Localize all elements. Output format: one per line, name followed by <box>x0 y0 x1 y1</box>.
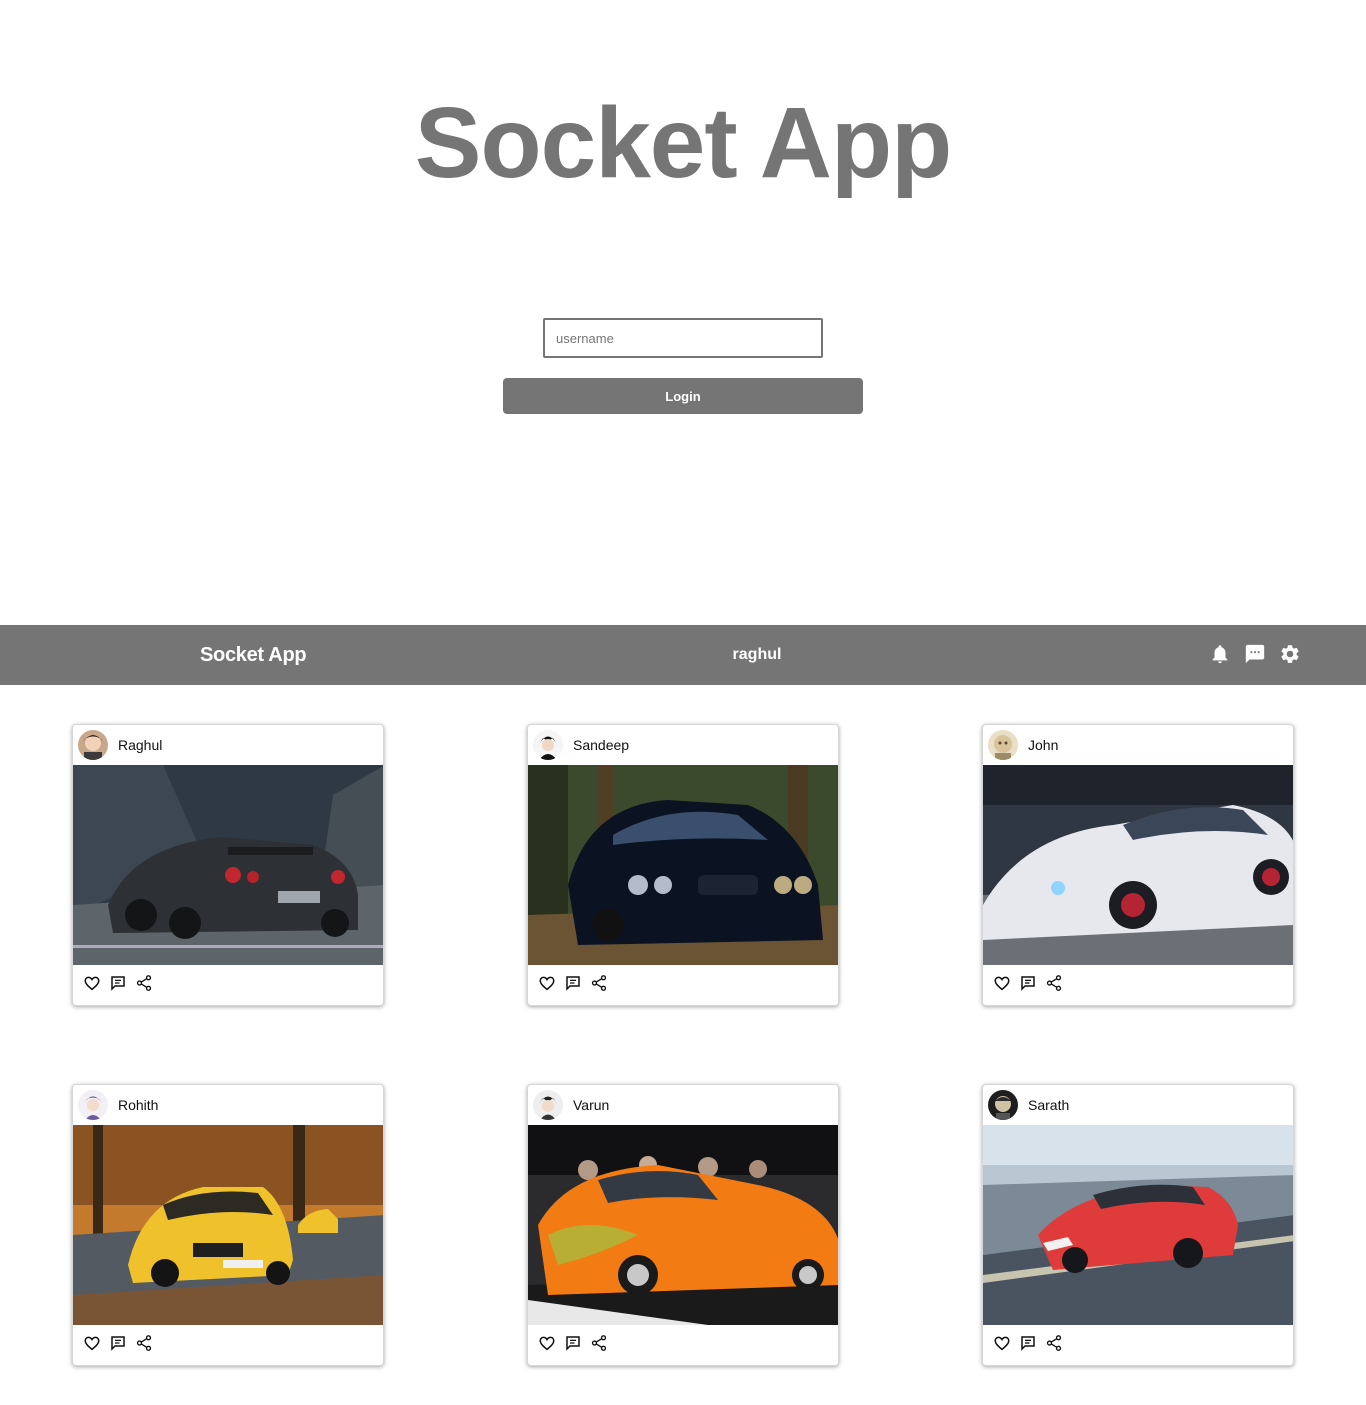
comment-icon[interactable] <box>564 974 582 992</box>
card-username[interactable]: John <box>1028 725 1058 765</box>
navbar: Socket App raghul <box>0 625 1366 685</box>
card-username[interactable]: Sarath <box>1028 1085 1069 1125</box>
card-header: John <box>983 725 1293 765</box>
avatar[interactable] <box>78 1090 108 1120</box>
heart-icon[interactable] <box>538 1334 556 1352</box>
post-card: Sarath <box>982 1084 1294 1366</box>
heart-icon[interactable] <box>83 974 101 992</box>
card-header: Raghul <box>73 725 383 765</box>
post-image[interactable] <box>528 1125 838 1325</box>
post-card: Rohith <box>72 1084 384 1366</box>
comment-icon[interactable] <box>109 1334 127 1352</box>
current-username: raghul <box>732 646 782 663</box>
share-icon[interactable] <box>1045 1334 1063 1352</box>
comment-icon[interactable] <box>564 1334 582 1352</box>
share-icon[interactable] <box>135 1334 153 1352</box>
card-username[interactable]: Varun <box>573 1085 609 1125</box>
card-actions <box>983 1325 1293 1365</box>
avatar[interactable] <box>988 1090 1018 1120</box>
share-icon[interactable] <box>590 974 608 992</box>
card-actions <box>528 965 838 1005</box>
heart-icon[interactable] <box>993 1334 1011 1352</box>
avatar[interactable] <box>988 730 1018 760</box>
share-icon[interactable] <box>135 974 153 992</box>
heart-icon[interactable] <box>993 974 1011 992</box>
comment-icon[interactable] <box>1019 1334 1037 1352</box>
comment-icon[interactable] <box>1019 974 1037 992</box>
post-image[interactable] <box>73 1125 383 1325</box>
post-card: Raghul <box>72 724 384 1006</box>
avatar[interactable] <box>78 730 108 760</box>
avatar[interactable] <box>533 1090 563 1120</box>
share-icon[interactable] <box>590 1334 608 1352</box>
card-username[interactable]: Rohith <box>118 1085 158 1125</box>
card-actions <box>73 1325 383 1365</box>
card-header: Varun <box>528 1085 838 1125</box>
heart-icon[interactable] <box>83 1334 101 1352</box>
card-username[interactable]: Sandeep <box>573 725 629 765</box>
post-card: Sandeep <box>527 724 839 1006</box>
avatar[interactable] <box>533 730 563 760</box>
chat-icon[interactable] <box>1244 643 1266 665</box>
login-button[interactable]: Login <box>503 378 863 414</box>
post-card: Varun <box>527 1084 839 1366</box>
post-card: John <box>982 724 1294 1006</box>
post-image[interactable] <box>983 765 1293 965</box>
heart-icon[interactable] <box>538 974 556 992</box>
comment-icon[interactable] <box>109 974 127 992</box>
card-header: Sarath <box>983 1085 1293 1125</box>
post-image[interactable] <box>528 765 838 965</box>
page-title: Socket App <box>414 87 952 199</box>
card-actions <box>983 965 1293 1005</box>
nav-brand[interactable]: Socket App <box>200 625 307 685</box>
card-username[interactable]: Raghul <box>118 725 162 765</box>
bell-icon[interactable] <box>1209 643 1231 665</box>
gear-icon[interactable] <box>1279 643 1301 665</box>
card-header: Rohith <box>73 1085 383 1125</box>
post-image[interactable] <box>73 765 383 965</box>
card-header: Sandeep <box>528 725 838 765</box>
card-actions <box>73 965 383 1005</box>
card-actions <box>528 1325 838 1365</box>
username-input[interactable] <box>543 318 823 358</box>
share-icon[interactable] <box>1045 974 1063 992</box>
post-image[interactable] <box>983 1125 1293 1325</box>
